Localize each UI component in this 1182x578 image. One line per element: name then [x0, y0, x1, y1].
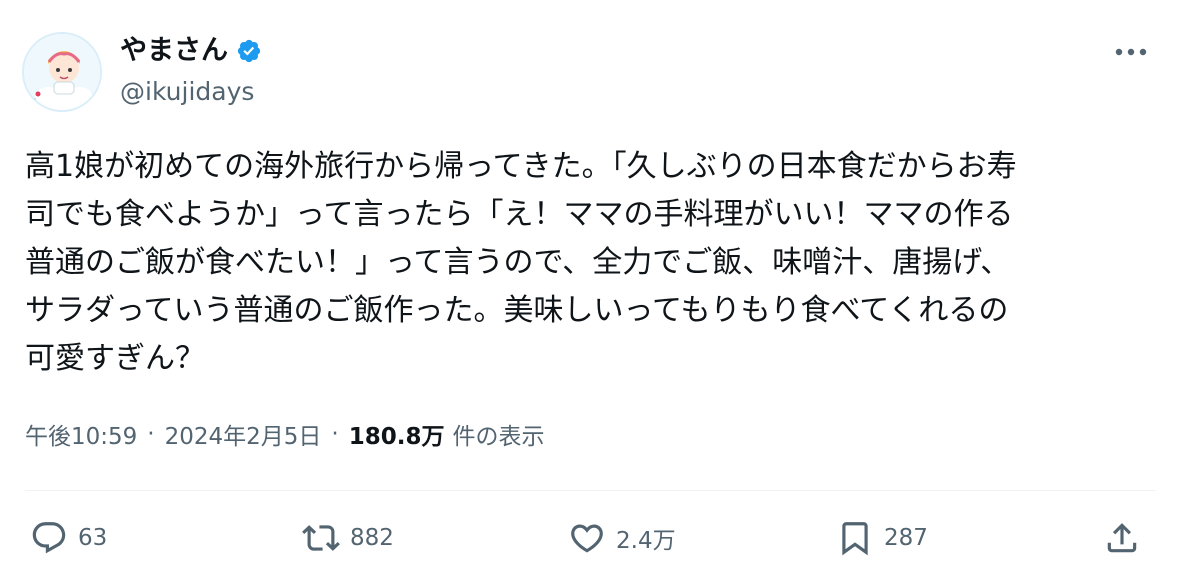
share-button[interactable]	[1103, 518, 1141, 558]
view-count-label[interactable]: 件の表示	[453, 417, 545, 451]
repost-count: 882	[350, 525, 394, 551]
more-dots-icon	[1115, 48, 1147, 56]
bookmark-button[interactable]: 287	[836, 518, 928, 558]
meta-separator: ·	[147, 421, 155, 447]
divider	[25, 490, 1156, 491]
avatar-illustration	[24, 34, 100, 110]
bookmark-icon	[842, 522, 868, 556]
meta-separator: ·	[331, 421, 339, 447]
tweet-date[interactable]: 2024年2月5日	[165, 417, 322, 451]
view-count[interactable]: 180.8万	[349, 417, 445, 451]
avatar[interactable]	[22, 32, 102, 112]
reply-button[interactable]: 63	[30, 518, 107, 558]
like-button[interactable]: 2.4万	[568, 518, 676, 558]
like-count: 2.4万	[616, 528, 676, 554]
author-display-name[interactable]: やまさん	[120, 32, 228, 70]
reply-bubble-icon	[32, 522, 66, 554]
repost-arrows-icon	[302, 525, 340, 551]
tweet-text: 高1娘が初めての海外旅行から帰ってきた。「久しぶりの日本食だからお寿 司でも食べ…	[25, 149, 1017, 376]
share-upload-icon	[1107, 523, 1137, 553]
verified-badge-icon[interactable]	[236, 38, 262, 64]
tweet-meta: 午後10:59 · 2024年2月5日 · 180.8万 件の表示	[25, 414, 545, 454]
more-options-button[interactable]	[1108, 38, 1154, 66]
author-handle[interactable]: @ikujidays	[120, 75, 254, 109]
heart-icon	[571, 524, 603, 553]
repost-button[interactable]: 882	[302, 518, 394, 558]
author-name-row[interactable]: やまさん	[120, 32, 262, 70]
tweet-time[interactable]: 午後10:59	[25, 417, 137, 451]
reply-count: 63	[78, 525, 108, 551]
bookmark-count: 287	[884, 525, 928, 551]
